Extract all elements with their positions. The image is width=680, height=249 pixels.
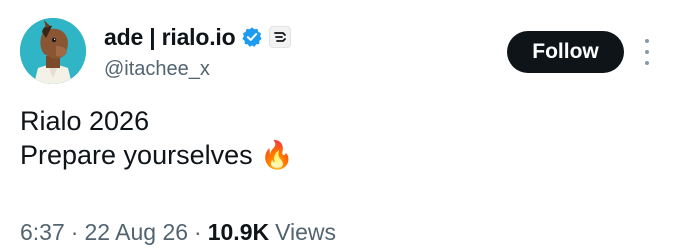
views-label: Views <box>275 219 337 245</box>
verified-badge-icon[interactable] <box>241 26 263 48</box>
author-handle[interactable]: @itachee_x <box>104 58 210 81</box>
more-dot <box>645 50 649 54</box>
avatar[interactable] <box>20 18 86 84</box>
more-dot <box>645 39 649 43</box>
tweet-line-2-text: Prepare yourselves <box>20 140 253 170</box>
horse-avatar-icon <box>20 18 86 84</box>
more-dot <box>645 61 649 65</box>
views-count[interactable]: 10.9K <box>208 219 269 246</box>
tweet-meta: 6:37 · 22 Aug 26 · 10.9K Views <box>20 219 336 246</box>
follow-button[interactable]: Follow <box>507 31 624 73</box>
more-vertical-icon[interactable] <box>637 36 657 68</box>
tweet-date[interactable]: 22 Aug 26 <box>84 219 188 246</box>
tweet-line-1: Rialo 2026 <box>20 106 150 136</box>
tweet-line-2: Prepare yourselves 🔥 <box>20 138 294 172</box>
meta-separator: · <box>194 219 202 245</box>
author-name-row: ade | rialo.io <box>104 22 292 52</box>
meta-separator: · <box>70 219 79 245</box>
tweet-card: ade | rialo.io @itachee_x Follow Rialo 2… <box>0 0 680 249</box>
author-display-name[interactable]: ade | rialo.io <box>104 24 236 51</box>
affiliate-badge-icon[interactable] <box>269 26 292 48</box>
tweet-time[interactable]: 6:37 <box>20 219 65 246</box>
fire-emoji-icon: 🔥 <box>260 140 294 170</box>
tweet-text: Rialo 2026 Prepare yourselves 🔥 <box>20 104 294 172</box>
